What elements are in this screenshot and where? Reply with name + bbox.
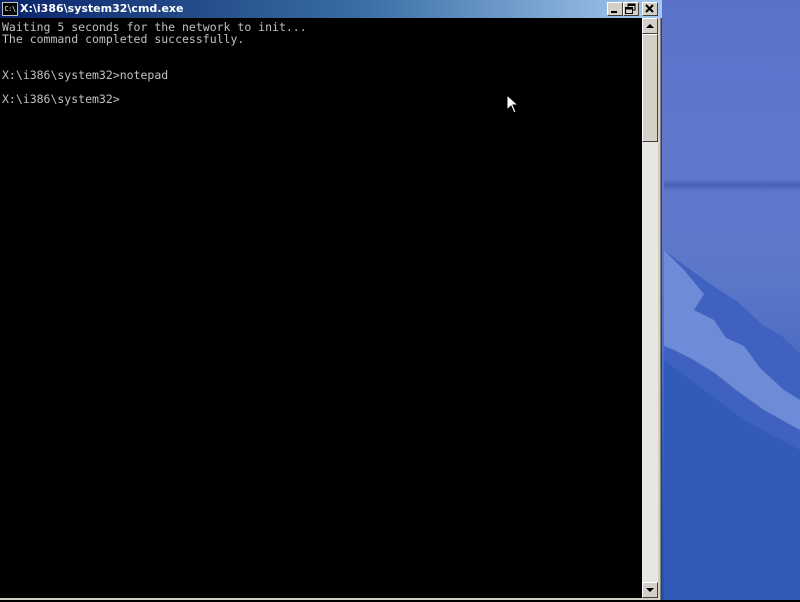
- scroll-down-button[interactable]: [642, 582, 658, 598]
- arrow-down-icon: [646, 588, 654, 592]
- title-bar[interactable]: C:\ X:\i386\system32\cmd.exe: [0, 0, 662, 18]
- restore-button[interactable]: [623, 2, 639, 16]
- mouse-pointer-icon: [506, 94, 520, 114]
- minimize-icon: [611, 11, 617, 13]
- window-title: X:\i386\system32\cmd.exe: [20, 2, 184, 15]
- cmd-window[interactable]: C:\ X:\i386\system32\cmd.exe Waiting 5 s…: [0, 0, 662, 600]
- arrow-up-icon: [646, 24, 654, 28]
- scrollbar-thumb[interactable]: [642, 34, 658, 142]
- close-button[interactable]: [642, 2, 658, 16]
- wallpaper-mountain: [664, 250, 800, 600]
- console-line: X:\i386\system32>notepad: [2, 68, 169, 82]
- scroll-up-button[interactable]: [642, 18, 658, 34]
- restore-icon: [625, 3, 636, 14]
- console-line: The command completed successfully.: [2, 32, 245, 46]
- minimize-button[interactable]: [607, 2, 623, 16]
- wallpaper-horizon: [664, 178, 800, 192]
- console-prompt: X:\i386\system32>: [2, 92, 120, 106]
- cmd-icon[interactable]: C:\: [2, 2, 18, 16]
- console-output[interactable]: Waiting 5 seconds for the network to ini…: [0, 18, 642, 598]
- close-icon: [645, 4, 654, 13]
- vertical-scrollbar[interactable]: [642, 18, 658, 598]
